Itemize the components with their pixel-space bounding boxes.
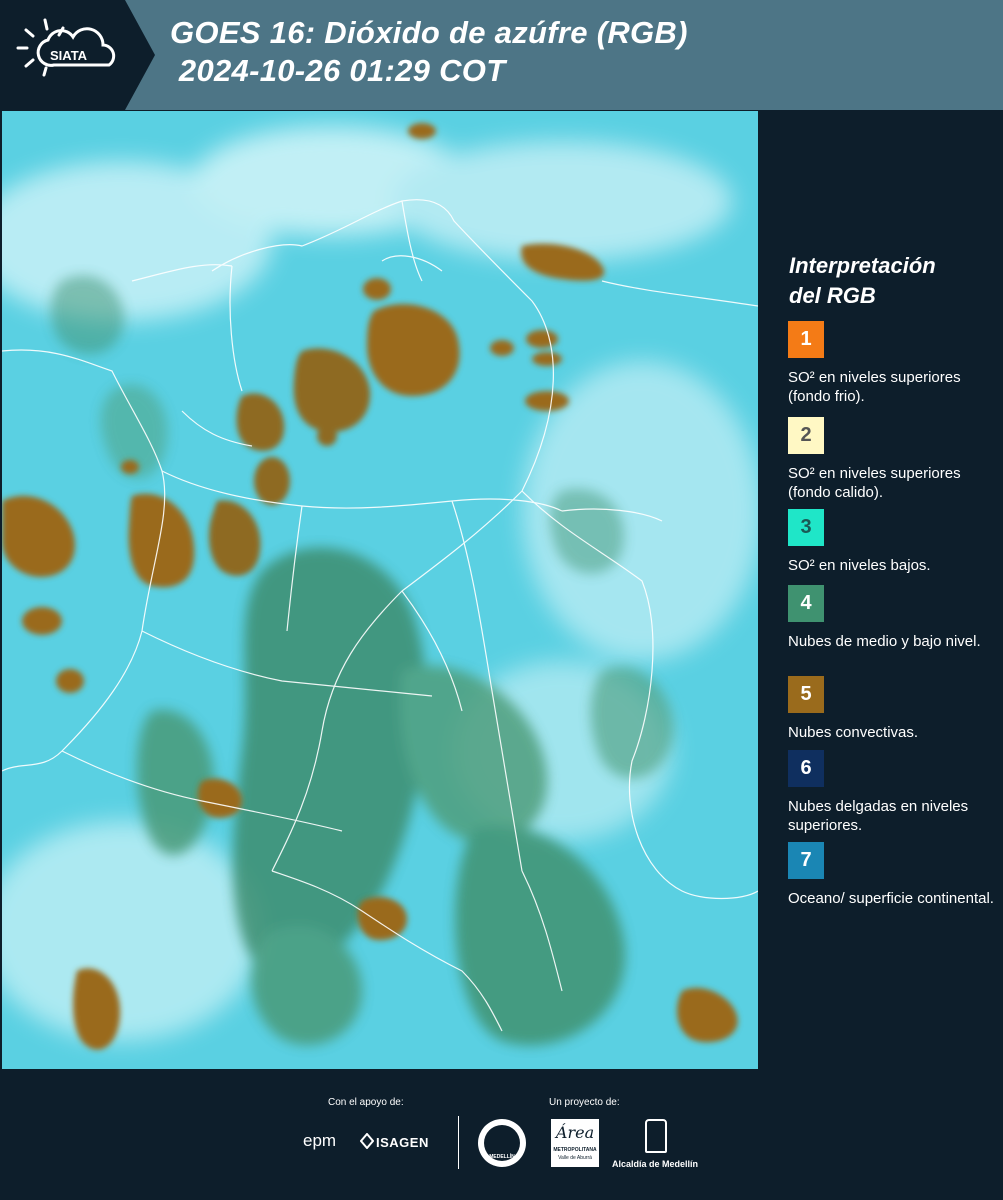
legend-title: Interpretación del RGB — [789, 251, 936, 311]
isagen-logo[interactable]: ISAGEN — [376, 1135, 429, 1150]
legend-item-6: 6 Nubes delgadas en niveles superiores. — [788, 750, 998, 835]
title-line-2: 2024-10-26 01:29 COT — [170, 53, 506, 88]
legend-label-3: SO² en niveles bajos. — [788, 557, 931, 574]
legend-swatch-1: 1 — [788, 321, 824, 358]
title-line-1: GOES 16: Dióxido de azúfre (RGB) — [170, 15, 688, 50]
alcaldia-shield-icon — [645, 1119, 667, 1153]
header-bar: SIATA GOES 16: Dióxido de azúfre (RGB) 2… — [0, 0, 1003, 110]
legend-item-5: 5 Nubes convectivas. — [788, 676, 998, 742]
legend-item-3: 3 SO² en niveles bajos. — [788, 509, 998, 575]
footer-divider — [458, 1116, 459, 1169]
legend-item-7: 7 Oceano/ superficie continental. — [788, 842, 998, 908]
legend-item-4: 4 Nubes de medio y bajo nivel. — [788, 585, 998, 651]
legend-swatch-6: 6 — [788, 750, 824, 787]
page-title: GOES 16: Dióxido de azúfre (RGB) 2024-10… — [170, 14, 688, 90]
legend-label-4: Nubes de medio y bajo nivel. — [788, 633, 981, 650]
epm-logo[interactable]: epm — [303, 1131, 336, 1151]
legend-swatch-7: 7 — [788, 842, 824, 879]
footer: Con el apoyo de: Un proyecto de: epm ISA… — [0, 1069, 1003, 1200]
legend-label-1: SO² en niveles superiores (fondo frio). — [788, 369, 961, 405]
alcaldia-logo[interactable]: Alcaldía de Medellín — [612, 1159, 698, 1169]
legend-panel: Interpretación del RGB 1 SO² en niveles … — [760, 111, 1003, 1069]
seal-text: MEDELLÍN — [489, 1154, 515, 1160]
legend-title-line-2: del RGB — [789, 283, 876, 308]
legend-swatch-3: 3 — [788, 509, 824, 546]
legend-swatch-4: 4 — [788, 585, 824, 622]
support-label: Con el apoyo de: — [328, 1097, 404, 1108]
legend-label-6: Nubes delgadas en niveles superiores. — [788, 798, 969, 834]
legend-item-2: 2 SO² en niveles superiores (fondo calid… — [788, 417, 998, 502]
isagen-icon — [359, 1132, 375, 1154]
area-metropolitana-logo[interactable]: Área METROPOLITANA Valle de Aburrá — [551, 1119, 599, 1167]
legend-item-1: 1 SO² en niveles superiores (fondo frio)… — [788, 321, 998, 406]
legend-label-7: Oceano/ superficie continental. — [788, 890, 994, 907]
siata-logo[interactable]: SIATA — [0, 0, 160, 110]
satellite-map[interactable] — [2, 111, 758, 1069]
siata-brand-text: SIATA — [50, 48, 88, 63]
legend-swatch-5: 5 — [788, 676, 824, 713]
project-label: Un proyecto de: — [549, 1097, 620, 1108]
legend-label-5: Nubes convectivas. — [788, 724, 919, 741]
medellin-seal[interactable]: MEDELLÍN — [478, 1119, 526, 1167]
legend-title-line-1: Interpretación — [789, 253, 936, 278]
legend-label-2: SO² en niveles superiores (fondo calido)… — [788, 465, 961, 501]
legend-swatch-2: 2 — [788, 417, 824, 454]
